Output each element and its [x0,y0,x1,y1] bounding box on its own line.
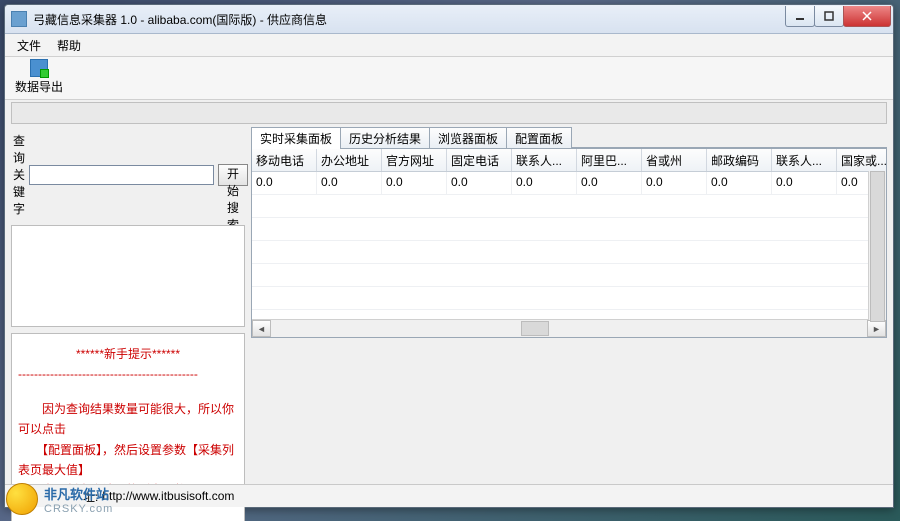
col-address[interactable]: 办公地址 [317,149,382,171]
hint-separator: ----------------------------------------… [18,364,238,384]
hint-line-1: 因为查询结果数量可能很大，所以你可以点击 [18,399,238,440]
table-row[interactable] [252,264,886,287]
app-icon [11,11,27,27]
col-province[interactable]: 省或州 [642,149,707,171]
export-label: 数据导出 [15,78,63,95]
address-bar[interactable] [11,102,887,124]
hscroll-left[interactable]: ◄ [252,320,271,337]
col-zip[interactable]: 邮政编码 [707,149,772,171]
col-website[interactable]: 官方网址 [382,149,447,171]
hscroll-right[interactable]: ► [867,320,886,337]
minimize-button[interactable] [785,6,815,27]
search-input[interactable] [29,165,214,185]
data-grid[interactable]: 移动电话 办公地址 官方网址 固定电话 联系人... 阿里巴... 省或州 邮政… [251,148,887,338]
tab-config[interactable]: 配置面板 [506,127,572,149]
maximize-button[interactable] [814,6,844,27]
col-phone[interactable]: 固定电话 [447,149,512,171]
table-row[interactable] [252,241,886,264]
hint-title: ******新手提示****** [18,344,238,364]
grid-vscroll[interactable] [868,171,886,320]
table-row[interactable] [252,287,886,310]
status-url: http://www.itbusisoft.com [102,489,234,503]
table-row[interactable] [252,195,886,218]
col-contact2[interactable]: 联系人... [772,149,837,171]
search-label: 查询关键字 [13,132,25,217]
right-panel: 实时采集面板 历史分析结果 浏览器面板 配置面板 移动电话 办公地址 官方网址 … [251,126,887,480]
hscroll-thumb[interactable] [521,321,549,336]
col-country[interactable]: 国家或... [837,149,900,171]
tab-browser[interactable]: 浏览器面板 [429,127,507,149]
col-contact[interactable]: 联系人... [512,149,577,171]
menu-bar: 文件 帮助 [5,34,893,57]
menu-file[interactable]: 文件 [9,35,49,56]
grid-hscroll[interactable]: ◄ ► [252,319,886,337]
status-bar: 址: http://www.itbusisoft.com [5,484,893,507]
left-panel: 查询关键字 开始搜索 ******新手提示****** ------------… [11,126,245,480]
col-mobile[interactable]: 移动电话 [252,149,317,171]
result-list-box[interactable] [11,225,245,327]
grid-body: 0.0 0.0 0.0 0.0 0.0 0.0 0.0 0.0 0.0 0.0 … [252,172,886,319]
hscroll-track[interactable] [271,321,867,336]
tab-realtime[interactable]: 实时采集面板 [251,127,341,149]
export-icon [30,59,48,77]
table-row[interactable]: 0.0 0.0 0.0 0.0 0.0 0.0 0.0 0.0 0.0 0.0 … [252,172,886,195]
tab-history[interactable]: 历史分析结果 [340,127,430,149]
vscroll-thumb[interactable] [870,171,885,322]
search-button[interactable]: 开始搜索 [218,164,248,186]
title-bar[interactable]: 弓藏信息采集器 1.0 - alibaba.com(国际版) - 供应商信息 [5,5,893,34]
export-button[interactable]: 数据导出 [11,59,67,95]
col-alibaba[interactable]: 阿里巴... [577,149,642,171]
window-title: 弓藏信息采集器 1.0 - alibaba.com(国际版) - 供应商信息 [33,11,786,28]
toolbar: 数据导出 [5,57,893,100]
hint-line-2: 【配置面板】，然后设置参数【采集列表页最大值】 [18,440,238,481]
status-url-label: 址: [83,488,98,505]
tab-strip: 实时采集面板 历史分析结果 浏览器面板 配置面板 [251,126,887,148]
table-row[interactable] [252,218,886,241]
grid-header: 移动电话 办公地址 官方网址 固定电话 联系人... 阿里巴... 省或州 邮政… [252,149,886,172]
close-button[interactable] [843,6,891,27]
menu-help[interactable]: 帮助 [49,35,89,56]
app-window: 弓藏信息采集器 1.0 - alibaba.com(国际版) - 供应商信息 文… [4,4,894,508]
